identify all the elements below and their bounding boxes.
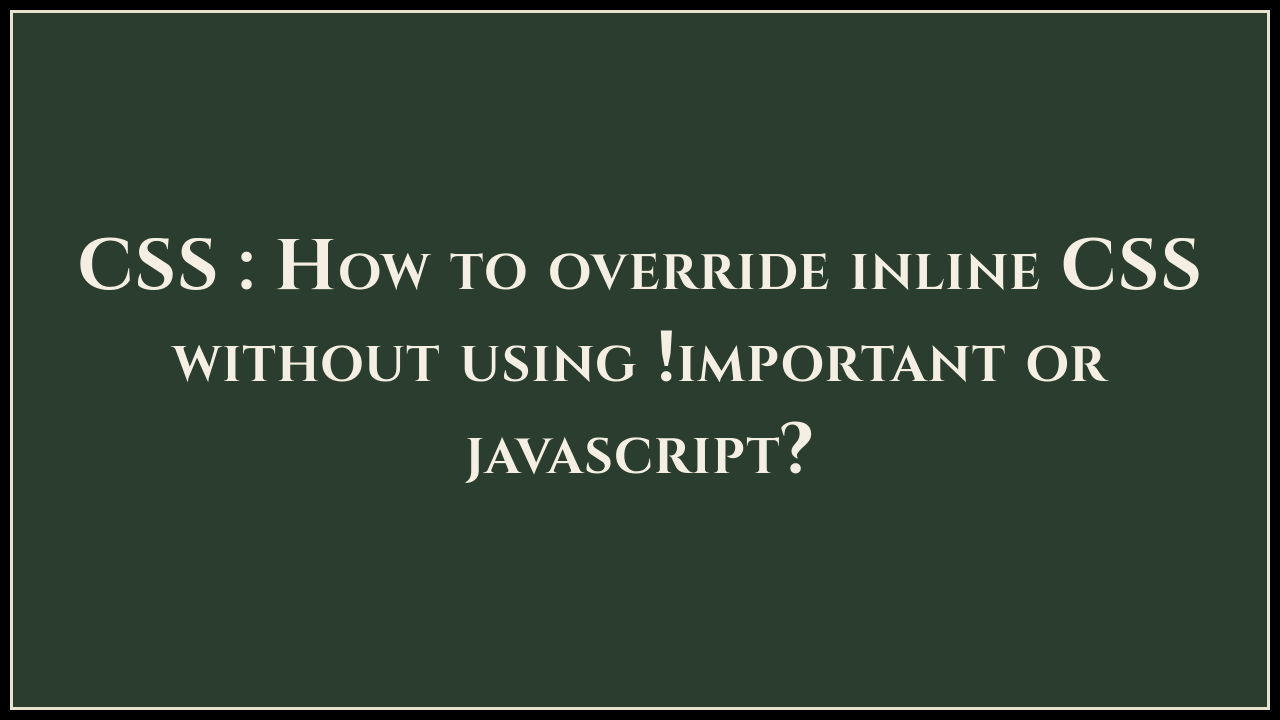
slide-title: CSS : How to override inline CSS without…	[73, 222, 1207, 498]
title-slide: CSS : How to override inline CSS without…	[10, 10, 1270, 710]
